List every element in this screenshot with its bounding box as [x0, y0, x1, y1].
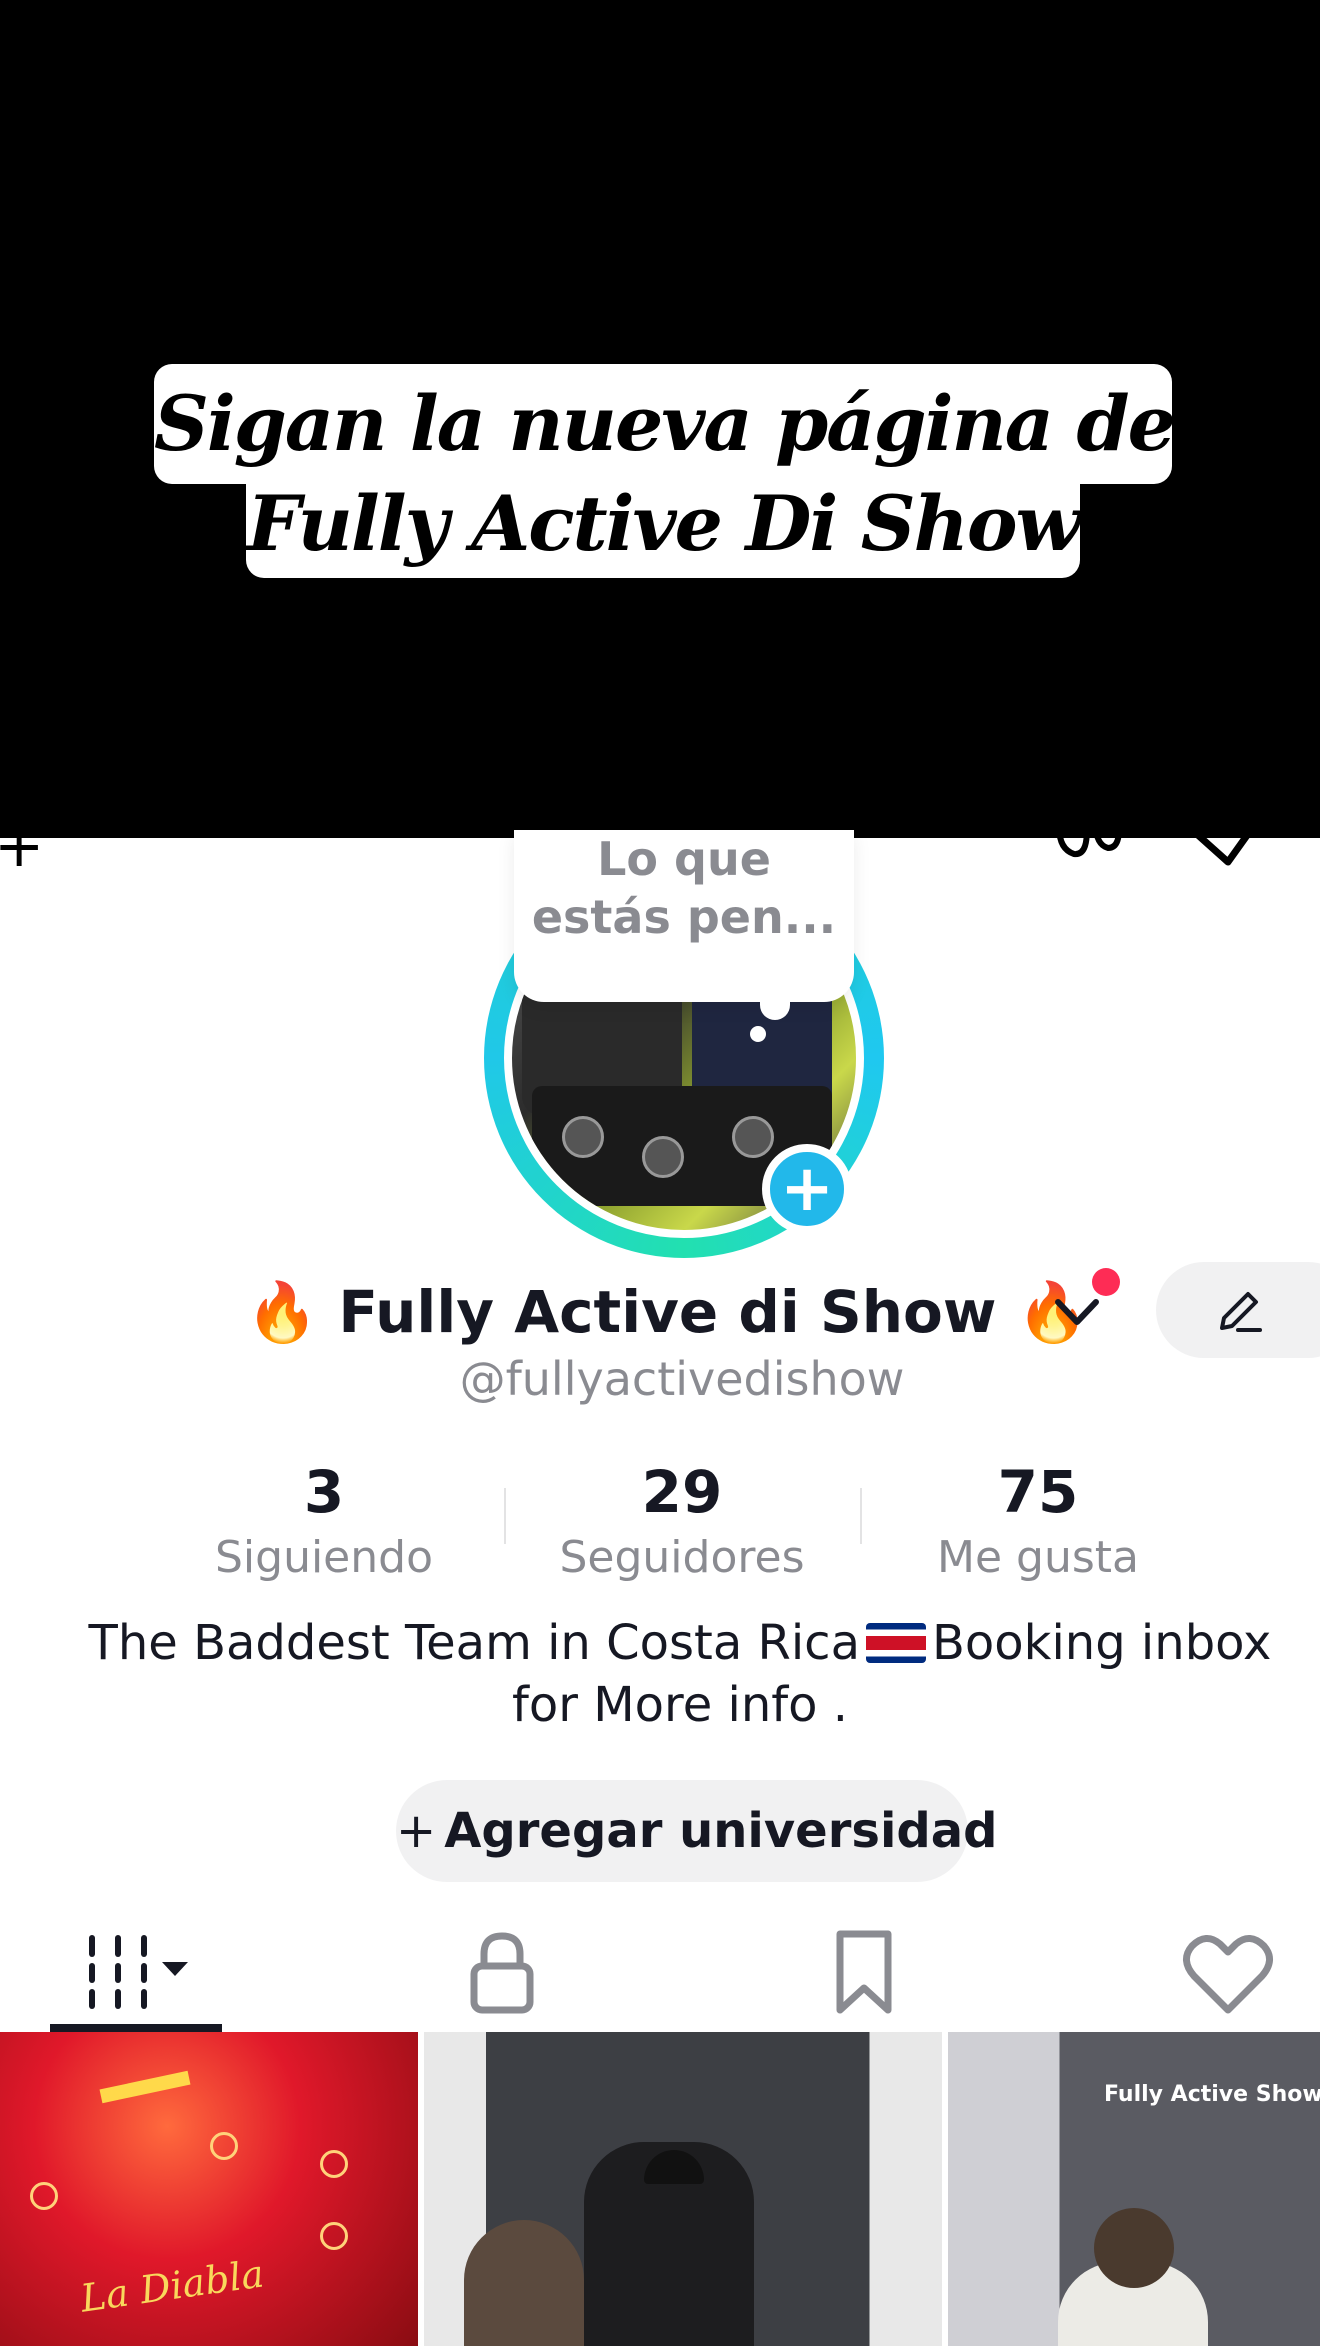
likes-count: 75	[997, 1458, 1079, 1526]
name-row: 🔥 Fully Active di Show 🔥	[0, 1270, 1320, 1354]
costa-rica-flag-icon	[865, 1623, 926, 1663]
stat-divider	[504, 1488, 506, 1544]
followers-stat[interactable]: 29 Seguidores	[512, 1456, 852, 1588]
following-label: Siguiendo	[214, 1532, 433, 1583]
plus-icon: +	[396, 1803, 437, 1859]
likes-label: Me gusta	[937, 1532, 1139, 1583]
display-name[interactable]: 🔥 Fully Active di Show 🔥	[246, 1270, 1089, 1354]
video-grid: La Diabla Fully Active Show 🔏👽	[0, 2032, 1320, 2346]
followers-count: 29	[641, 1458, 723, 1526]
profile-bio: The Baddest Team in Costa Rica Booking in…	[40, 1612, 1320, 1736]
tab-liked[interactable]	[1158, 1910, 1298, 2034]
active-tab-indicator	[50, 2024, 222, 2032]
profile-tabs	[0, 1910, 1320, 2034]
chevron-down-icon[interactable]	[1052, 1292, 1102, 1332]
following-stat[interactable]: 3 Siguiendo	[154, 1456, 494, 1588]
bio-text-end: Booking inbox	[931, 1615, 1272, 1671]
bio-text-line-2: for More info .	[511, 1677, 849, 1733]
tab-saved[interactable]	[794, 1910, 934, 2034]
pencil-icon	[1220, 1292, 1262, 1332]
video-thumbnail[interactable]	[424, 2032, 942, 2346]
add-account-icon[interactable]: +	[0, 816, 44, 876]
bookmark-icon	[836, 1930, 892, 2014]
grid-icon	[89, 1935, 188, 2009]
thumbnail-caption: Fully Active Show 🔏👽	[1104, 2082, 1320, 2107]
status-bubble-dot	[750, 1026, 766, 1042]
lock-icon	[470, 1932, 534, 2014]
add-university-label: Agregar universidad	[444, 1803, 998, 1859]
caption-line-1: Sigan la nueva página de	[154, 364, 1176, 484]
video-thumbnail[interactable]: La Diabla	[0, 2032, 418, 2346]
tab-private[interactable]	[430, 1910, 570, 2034]
caption-line-2: Fully Active Di Show	[246, 476, 1081, 578]
likes-stat[interactable]: 75 Me gusta	[868, 1456, 1208, 1588]
footprint-icon[interactable]	[1052, 818, 1124, 866]
tab-videos[interactable]	[50, 1910, 222, 2034]
add-university-button[interactable]: + Agregar universidad	[396, 1780, 998, 1882]
bio-text-start: The Baddest Team in Costa Rica	[88, 1615, 860, 1671]
following-count: 3	[303, 1458, 345, 1526]
edit-profile-button[interactable]	[1156, 1262, 1320, 1358]
status-bubble-line-2: estás pen...	[531, 890, 837, 944]
video-thumbnail[interactable]: Fully Active Show 🔏👽	[948, 2032, 1320, 2346]
status-bubble-line-1: Lo que	[597, 832, 771, 886]
video-caption-banner: Sigan la nueva página de Fully Active Di…	[0, 0, 1320, 838]
status-bubble[interactable]: Lo que estás pen...	[514, 830, 854, 1002]
stat-divider	[860, 1488, 862, 1544]
share-icon[interactable]	[1188, 818, 1260, 866]
followers-label: Seguidores	[559, 1532, 805, 1583]
username-handle: @fullyactivedishow	[459, 1352, 905, 1406]
notification-dot	[1092, 1268, 1120, 1296]
add-story-button[interactable]: +	[762, 1144, 852, 1234]
thumbnail-caption: La Diabla	[77, 2251, 267, 2321]
heart-icon	[1183, 1935, 1273, 2014]
